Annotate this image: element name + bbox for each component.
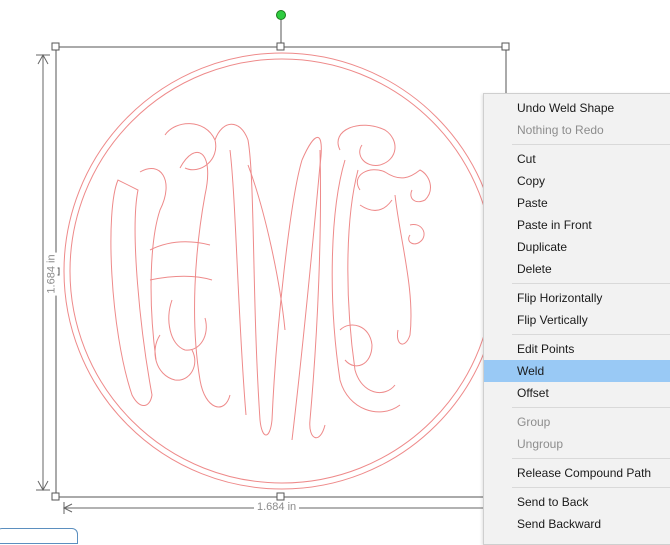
menu-item-paste[interactable]: Paste bbox=[484, 192, 670, 214]
monogram-shape[interactable] bbox=[63, 52, 501, 490]
handle-top-left[interactable] bbox=[51, 42, 60, 51]
menu-separator bbox=[512, 283, 670, 284]
handle-top-center[interactable] bbox=[276, 42, 285, 51]
selection-box bbox=[55, 20, 507, 498]
menu-separator bbox=[512, 334, 670, 335]
menu-separator bbox=[512, 458, 670, 459]
menu-item-send-to-back[interactable]: Send to Back bbox=[484, 491, 670, 513]
menu-item-cut[interactable]: Cut bbox=[484, 148, 670, 170]
menu-item-edit-points[interactable]: Edit Points bbox=[484, 338, 670, 360]
menu-item-paste-in-front[interactable]: Paste in Front bbox=[484, 214, 670, 236]
menu-item-copy[interactable]: Copy bbox=[484, 170, 670, 192]
menu-separator bbox=[512, 487, 670, 488]
handle-top-right[interactable] bbox=[501, 42, 510, 51]
menu-item-group[interactable]: Group bbox=[484, 411, 670, 433]
handle-bottom-center[interactable] bbox=[276, 492, 285, 501]
context-menu: Undo Weld Shape Nothing to Redo Cut Copy Pas… bbox=[483, 93, 670, 545]
menu-item-send-backward[interactable]: Send Backward bbox=[484, 513, 670, 535]
menu-item-release-compound-path[interactable]: Release Compound Path bbox=[484, 462, 670, 484]
menu-separator bbox=[512, 144, 670, 145]
menu-item-flip-vertically[interactable]: Flip Vertically bbox=[484, 309, 670, 331]
bottom-panel-tab[interactable] bbox=[0, 528, 78, 544]
menu-separator bbox=[512, 407, 670, 408]
menu-item-ungroup[interactable]: Ungroup bbox=[484, 433, 670, 455]
rotate-handle[interactable] bbox=[276, 10, 286, 20]
handle-bottom-left[interactable] bbox=[51, 492, 60, 501]
menu-item-offset[interactable]: Offset bbox=[484, 382, 670, 404]
resize-handles[interactable] bbox=[51, 42, 510, 501]
width-dimension-label: 1.684 in bbox=[254, 501, 300, 513]
menu-item-flip-horizontally[interactable]: Flip Horizontally bbox=[484, 287, 670, 309]
menu-item-weld[interactable]: Weld bbox=[484, 360, 670, 382]
menu-item-nothing-to-redo[interactable]: Nothing to Redo bbox=[484, 119, 670, 141]
height-dimension-label: 1.684 in bbox=[45, 252, 58, 296]
menu-item-undo-weld-shape[interactable]: Undo Weld Shape bbox=[484, 97, 670, 119]
menu-item-delete[interactable]: Delete bbox=[484, 258, 670, 280]
menu-item-duplicate[interactable]: Duplicate bbox=[484, 236, 670, 258]
